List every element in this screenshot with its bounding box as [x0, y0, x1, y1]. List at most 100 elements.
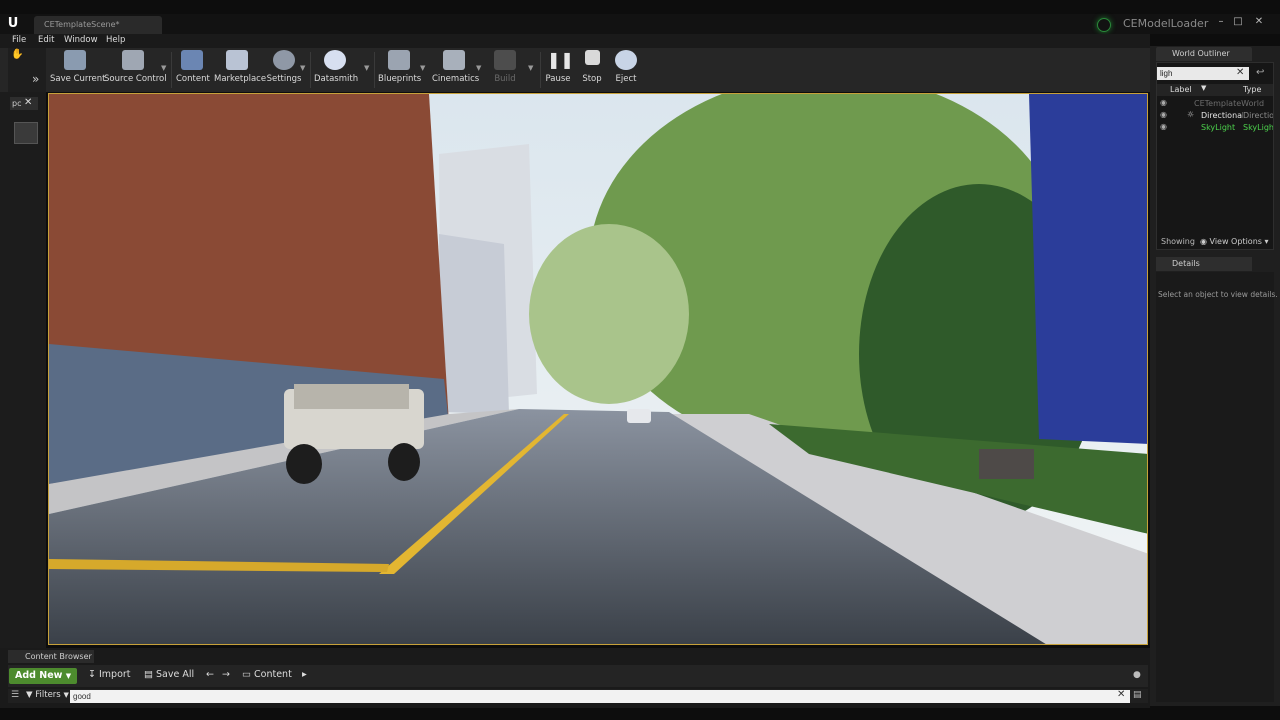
- save-all-icon: ▤: [144, 669, 153, 680]
- path-chevron-icon[interactable]: ▸: [302, 669, 307, 680]
- clear-search-icon[interactable]: ✕: [1236, 67, 1244, 78]
- toolbar-separator: [540, 52, 541, 88]
- maximize-button[interactable]: □: [1231, 16, 1245, 28]
- dropdown-icon: ▼: [65, 672, 72, 680]
- blueprints-button[interactable]: Blueprints: [378, 50, 421, 90]
- type-column[interactable]: Type: [1243, 85, 1261, 94]
- marketplace-icon: [226, 50, 248, 70]
- toolbar-separator: [310, 52, 311, 88]
- label-column[interactable]: Label: [1170, 85, 1192, 94]
- cinematics-button[interactable]: Cinematics: [432, 50, 479, 90]
- sources-toggle-icon[interactable]: ☰: [11, 690, 19, 700]
- main-toolbar: [0, 48, 1150, 92]
- close-button[interactable]: ✕: [1252, 16, 1266, 28]
- pause-button[interactable]: ❚❚ Pause: [544, 50, 574, 90]
- build-button[interactable]: Build: [490, 50, 520, 90]
- details-empty-message: Select an object to view details.: [1158, 290, 1278, 299]
- place-mode-icon[interactable]: [14, 122, 38, 144]
- menu-bar: [0, 34, 1150, 48]
- minimize-button[interactable]: –: [1214, 16, 1228, 28]
- source-control-dropdown-icon[interactable]: ▼: [161, 64, 166, 72]
- expand-chevron-icon[interactable]: »: [32, 72, 39, 86]
- history-back-icon[interactable]: ←: [206, 669, 214, 680]
- tree-canopy-center: [529, 224, 689, 404]
- import-button[interactable]: ↧ Import: [88, 669, 131, 680]
- content-button[interactable]: Content: [176, 50, 210, 90]
- outliner-row-directional-light[interactable]: ◉ ☼ DirectionalLight Direction: [1157, 110, 1273, 122]
- save-search-icon[interactable]: ▤: [1133, 690, 1142, 700]
- source-control-icon: [122, 50, 144, 70]
- build-icon: [494, 50, 516, 70]
- vehicle-cab: [294, 384, 409, 409]
- unreal-logo-icon: U: [7, 16, 19, 31]
- build-dropdown-icon[interactable]: ▼: [528, 64, 533, 72]
- marketplace-button[interactable]: Marketplace: [214, 50, 266, 90]
- level-viewport[interactable]: [48, 93, 1148, 645]
- close-icon[interactable]: ✕: [24, 97, 32, 108]
- select-mode-icon[interactable]: ✋: [11, 49, 23, 60]
- park-bench: [979, 449, 1034, 479]
- cinematics-dropdown-icon[interactable]: ▼: [476, 64, 481, 72]
- content-search-input[interactable]: [70, 690, 1130, 703]
- modes-panel: ✋ »: [8, 48, 46, 92]
- stop-button[interactable]: Stop: [580, 50, 604, 90]
- settings-icon: [273, 50, 295, 70]
- view-options-button[interactable]: ◉ View Options ▾: [1200, 237, 1269, 246]
- details-panel: [1156, 272, 1274, 702]
- details-tab[interactable]: Details: [1156, 257, 1252, 271]
- app-title: CEModelLoader: [1123, 17, 1209, 30]
- toolbar-separator: [374, 52, 375, 88]
- menu-window[interactable]: Window: [64, 35, 98, 45]
- stop-icon: [584, 50, 600, 65]
- vehicle-wheel: [388, 443, 420, 481]
- eject-button[interactable]: Eject: [614, 50, 638, 90]
- document-tab[interactable]: CETemplateScene*: [34, 16, 162, 34]
- sort-arrow-icon: ▼: [1201, 84, 1207, 92]
- content-browser-tab[interactable]: Content Browser: [8, 650, 94, 663]
- filters-button[interactable]: ▼ Filters ▼: [26, 690, 69, 700]
- blueprints-icon: [388, 50, 410, 70]
- menu-file[interactable]: File: [12, 35, 26, 45]
- source-control-button[interactable]: Source Control: [104, 50, 167, 90]
- cinematics-icon: [443, 50, 465, 70]
- save-all-button[interactable]: ▤ Save All: [144, 669, 194, 680]
- dropdown-icon: ▾: [1264, 237, 1269, 246]
- blue-building-right: [1029, 94, 1147, 444]
- save-icon: [64, 50, 86, 70]
- world-outliner-tab[interactable]: World Outliner: [1156, 47, 1252, 61]
- history-forward-icon[interactable]: →: [222, 669, 230, 680]
- title-bar: [0, 14, 1280, 34]
- eye-icon: ◉: [1200, 237, 1207, 246]
- add-new-button[interactable]: Add New ▼: [9, 668, 77, 684]
- outliner-row-skylight[interactable]: ◉ SkyLight SkyLigh: [1157, 122, 1273, 134]
- import-icon: ↧: [88, 669, 96, 680]
- source-control-status-icon[interactable]: [1097, 18, 1111, 32]
- folder-icon: ▭: [242, 669, 251, 680]
- menu-edit[interactable]: Edit: [38, 35, 54, 45]
- eject-icon: [615, 50, 637, 70]
- settings-button[interactable]: Settings: [266, 50, 302, 90]
- outliner-row-world[interactable]: ◉ CETemplateWorld: [1157, 98, 1273, 110]
- viewport-scene: [49, 94, 1147, 644]
- lock-icon[interactable]: ●: [1133, 670, 1141, 680]
- visibility-eye-icon[interactable]: ◉: [1160, 98, 1167, 107]
- datasmith-dropdown-icon[interactable]: ▼: [364, 64, 369, 72]
- toolbar-separator: [171, 52, 172, 88]
- outliner-options-icon[interactable]: ↩: [1256, 67, 1264, 78]
- save-current-button[interactable]: Save Current: [50, 50, 106, 90]
- menu-help[interactable]: Help: [106, 35, 125, 45]
- dropdown-icon: ▼: [63, 691, 69, 699]
- content-icon: [181, 50, 203, 70]
- clear-search-icon[interactable]: ✕: [1117, 689, 1125, 700]
- vehicle-wheel: [286, 444, 322, 484]
- datasmith-button[interactable]: Datasmith: [314, 50, 358, 90]
- blueprints-dropdown-icon[interactable]: ▼: [420, 64, 425, 72]
- distant-car: [627, 409, 651, 423]
- visibility-eye-icon[interactable]: ◉: [1160, 122, 1167, 131]
- visibility-eye-icon[interactable]: ◉: [1160, 110, 1167, 119]
- datasmith-icon: [324, 50, 346, 70]
- settings-dropdown-icon[interactable]: ▼: [300, 64, 305, 72]
- showing-count-label: Showing: [1161, 237, 1195, 246]
- content-path-button[interactable]: ▭ Content: [242, 669, 292, 680]
- pause-icon: ❚❚: [547, 50, 574, 69]
